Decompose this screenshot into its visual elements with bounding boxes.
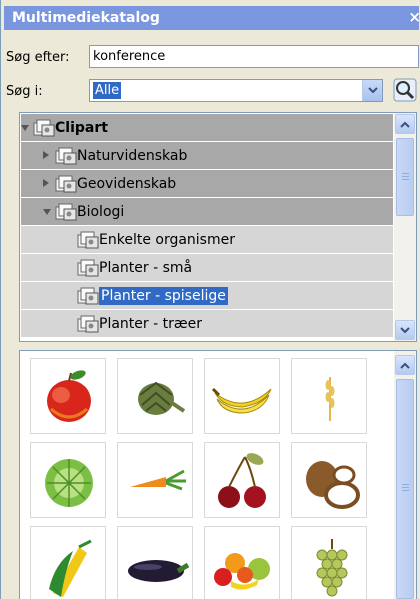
clipart-thumbnail[interactable] <box>204 526 280 599</box>
tree-item[interactable]: Planter - små <box>21 254 393 282</box>
collection-folder-icon <box>55 147 77 165</box>
tree-item[interactable]: Planter - træer <box>21 310 393 338</box>
tree-item[interactable]: Biologi <box>21 198 393 226</box>
close-icon[interactable]: × <box>408 8 420 26</box>
chevron-right-icon[interactable] <box>43 179 49 187</box>
clipart-thumbnail[interactable] <box>204 358 280 434</box>
tree-item-label: Clipart <box>55 120 108 136</box>
clipart-thumbnail[interactable] <box>30 442 106 518</box>
chevron-right-icon[interactable] <box>43 151 49 159</box>
clipart-thumbnail[interactable] <box>30 358 106 434</box>
search-input[interactable] <box>89 45 419 68</box>
tree-list: Clipart Naturvidenskab Geovidenskab Biologi… <box>21 114 393 341</box>
collection-folder-icon <box>77 231 99 249</box>
gallery-scrollbar[interactable] <box>394 351 416 599</box>
chevron-down-icon[interactable] <box>362 80 382 101</box>
clipart-thumbnail[interactable] <box>117 358 193 434</box>
tree-scrollbar[interactable] <box>394 113 416 341</box>
clipart-thumbnail[interactable] <box>291 442 367 518</box>
collection-folder-icon <box>77 315 99 333</box>
tree-item-label: Enkelte organismer <box>99 232 235 248</box>
tree-item-label: Planter - træer <box>99 316 202 332</box>
tree-item[interactable]: Naturvidenskab <box>21 142 393 170</box>
clipart-thumbnail[interactable] <box>291 526 367 599</box>
search-in-dropdown[interactable]: Alle <box>89 79 383 102</box>
search-in-label: Søg i: <box>6 84 43 99</box>
clipart-thumbnail[interactable] <box>204 442 280 518</box>
tree-item[interactable]: Planter - spiselige <box>21 282 393 310</box>
tree-item-label: Geovidenskab <box>77 176 177 192</box>
collection-folder-icon <box>77 259 99 277</box>
chevron-down-icon[interactable] <box>21 125 29 131</box>
results-gallery <box>19 350 417 599</box>
collection-folder-icon <box>33 119 55 137</box>
chevron-down-icon[interactable] <box>43 209 51 215</box>
collection-folder-icon <box>55 175 77 193</box>
collection-folder-icon <box>55 203 77 221</box>
tree-item[interactable]: Clipart <box>21 114 393 142</box>
clipart-thumbnail[interactable] <box>291 358 367 434</box>
tree-item[interactable]: Enkelte organismer <box>21 226 393 254</box>
tree-item-label: Naturvidenskab <box>77 148 188 164</box>
magnifier-icon <box>393 78 417 102</box>
tree-item-label: Planter - små <box>99 260 193 276</box>
scroll-up-button[interactable] <box>395 355 415 375</box>
scroll-down-button[interactable] <box>395 320 415 340</box>
tree-item[interactable]: Geovidenskab <box>21 170 393 198</box>
tree-item-label: Biologi <box>77 204 125 220</box>
pane-title-bar: Multimediekatalog × <box>4 6 420 30</box>
clipart-thumbnail[interactable] <box>30 526 106 599</box>
tree-item-label: Planter - spiselige <box>99 287 228 305</box>
scroll-thumb[interactable] <box>396 379 414 599</box>
collection-folder-icon <box>77 287 99 305</box>
category-tree: Clipart Naturvidenskab Geovidenskab Biologi… <box>19 112 417 342</box>
pane-title: Multimediekatalog <box>12 10 160 26</box>
scroll-thumb[interactable] <box>396 138 414 216</box>
search-go-button[interactable] <box>392 77 418 103</box>
clip-art-pane: Multimediekatalog × Søg efter: Søg i: Al… <box>0 0 420 599</box>
clipart-thumbnail[interactable] <box>117 442 193 518</box>
clipart-thumbnail[interactable] <box>117 526 193 599</box>
search-in-value: Alle <box>93 82 122 99</box>
scroll-up-button[interactable] <box>395 114 415 134</box>
search-label: Søg efter: <box>6 50 70 65</box>
